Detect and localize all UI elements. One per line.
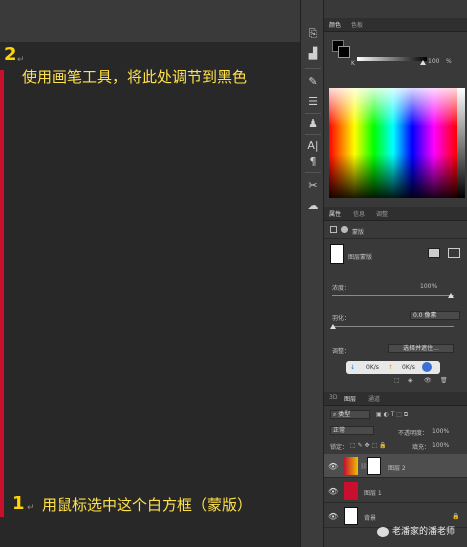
step2-text: 使用画笔工具，将此处调节到黑色 [22, 68, 248, 86]
vector-mask-add-icon[interactable] [448, 248, 460, 258]
left-red-bar [0, 70, 4, 517]
tab-properties[interactable]: 属性 [329, 209, 341, 218]
feather-value[interactable]: 0.0 像素 [410, 311, 460, 320]
histogram-icon[interactable]: ▟ [304, 46, 322, 62]
k-slider-knob[interactable] [420, 60, 426, 65]
history-icon[interactable]: ⎘ [304, 26, 322, 42]
pixel-mask-icon[interactable] [330, 226, 337, 233]
watermark: 老潘家的潘老师 [376, 524, 455, 537]
visibility-toggle-icon[interactable]: 👁 [424, 377, 432, 384]
k-channel-label: K [351, 60, 355, 67]
color-panel-tabs: 颜色 色板 [324, 18, 467, 32]
document-canvas[interactable]: 2 ↵ 使用画笔工具，将此处调节到黑色 1 ↵ 用鼠标选中这个白方框（蒙版） [0, 0, 300, 547]
density-slider-knob[interactable] [448, 293, 454, 298]
select-and-mask-button[interactable]: 选择并遮住... [388, 344, 454, 353]
layers-panel-tabs: 3D 图层 通道 [324, 392, 467, 406]
character-icon[interactable]: A| [304, 138, 322, 154]
tool-divider [305, 113, 321, 114]
step2-number: 2 [4, 44, 17, 65]
tab-swatches[interactable]: 色板 [351, 20, 363, 29]
paragraph-mark: ↵ [27, 503, 35, 513]
filter-kind-label: 类型 [338, 411, 351, 418]
mask-type-label: 蒙版 [352, 229, 365, 236]
layer-thumbnail[interactable] [344, 482, 358, 500]
tab-adjustments[interactable]: 调整 [376, 209, 388, 218]
properties-panel-tabs: 属性 信息 调整 [324, 207, 467, 221]
select-mask-icon[interactable] [428, 248, 440, 258]
grayscale-ramp[interactable] [457, 88, 465, 198]
upload-arrow-icon: ↑ [388, 364, 394, 371]
layer-name[interactable]: 图层 2 [388, 463, 406, 472]
brush-settings-icon[interactable]: ✎ [304, 74, 322, 90]
tab-3d[interactable]: 3D [329, 394, 337, 401]
layer-row[interactable]: 👁 ⛓ 图层 2 [324, 454, 467, 478]
adjustments-icon[interactable]: ☰ [304, 94, 322, 110]
delete-mask-icon[interactable]: 🗑 [440, 377, 448, 384]
background-color-swatch[interactable] [338, 46, 350, 58]
adjust-label: 调整： [332, 348, 351, 355]
color-spectrum[interactable] [329, 88, 457, 198]
download-rate: 0K/s [366, 364, 379, 371]
layer-name[interactable]: 图层 1 [364, 488, 382, 497]
opacity-label: 不透明度： [398, 430, 429, 437]
document-area[interactable] [0, 42, 300, 547]
libraries-icon[interactable]: ☁ [304, 198, 322, 214]
layer-thumbnail[interactable] [344, 507, 358, 525]
feather-slider-knob[interactable] [330, 324, 336, 329]
clone-source-icon[interactable]: ♟ [304, 116, 322, 132]
layer-name[interactable]: 背景 [364, 513, 376, 522]
wechat-icon [376, 526, 389, 537]
eye-icon[interactable]: 👁 [328, 512, 338, 521]
canvas-top-strip [0, 0, 300, 42]
lock-icons[interactable]: ⬚ ✎ ✥ ⬚ 🔒 [350, 442, 387, 449]
download-arrow-icon: ↓ [350, 364, 356, 371]
panel-icon-strip: ⎘ ▟ ✎ ☰ ♟ A| ¶ ✂ ☁ [300, 0, 324, 547]
network-globe-icon [422, 362, 432, 372]
density-label: 浓度： [332, 285, 351, 292]
k-percent: % [446, 58, 452, 65]
tab-layers[interactable]: 图层 [344, 394, 356, 403]
vector-mask-icon[interactable] [341, 226, 348, 233]
layer-row[interactable]: 👁 图层 1 [324, 479, 467, 503]
tool-presets-icon[interactable]: ✂ [304, 178, 322, 194]
feather-slider[interactable] [332, 326, 454, 327]
tool-divider [305, 172, 321, 173]
tool-divider [305, 68, 321, 69]
apply-mask-icon[interactable]: ◈ [408, 377, 413, 384]
layer-mask-label: 图层蒙版 [348, 254, 373, 261]
opacity-value[interactable]: 100% [432, 428, 449, 435]
density-value[interactable]: 100% [420, 283, 437, 290]
layer-filter-kind[interactable]: ⌕ 类型 [330, 410, 370, 419]
lock-icon: 🔒 [452, 513, 460, 520]
tool-divider [305, 134, 321, 135]
layer-thumbnail[interactable] [344, 457, 358, 475]
load-selection-icon[interactable]: ⬚ [394, 377, 400, 384]
k-value[interactable]: 100 [428, 58, 439, 65]
feather-label: 羽化： [332, 315, 351, 322]
eye-icon[interactable]: 👁 [328, 462, 338, 471]
layer-mask-thumbnail[interactable] [367, 457, 381, 475]
tab-color[interactable]: 颜色 [329, 20, 341, 29]
upload-rate: 0K/s [402, 364, 415, 371]
fill-value[interactable]: 100% [432, 442, 449, 449]
k-slider[interactable] [357, 57, 427, 61]
paragraph-mark: ↵ [17, 55, 25, 65]
fill-label: 填充： [412, 444, 431, 451]
watermark-text: 老潘家的潘老师 [391, 527, 455, 537]
tab-channels[interactable]: 通道 [368, 394, 380, 403]
eye-icon[interactable]: 👁 [328, 487, 338, 496]
right-panel-dock: 颜色 色板 K 100 % 属性 信息 调整 蒙版 图层蒙版 浓度： 100% … [324, 0, 467, 547]
step1-number: 1 [12, 493, 25, 514]
divider [324, 238, 467, 239]
filter-icons[interactable]: ▣ ◐ T ⬚ ⧉ [376, 411, 408, 419]
paragraph-icon[interactable]: ¶ [304, 154, 322, 170]
density-slider[interactable] [332, 295, 454, 296]
step1-text: 用鼠标选中这个白方框（蒙版） [42, 496, 253, 514]
layer-mask-thumbnail[interactable] [330, 244, 344, 264]
blend-mode-select[interactable]: 正常 [330, 426, 374, 435]
lock-label: 锁定： [330, 444, 349, 451]
tab-info[interactable]: 信息 [353, 209, 365, 218]
